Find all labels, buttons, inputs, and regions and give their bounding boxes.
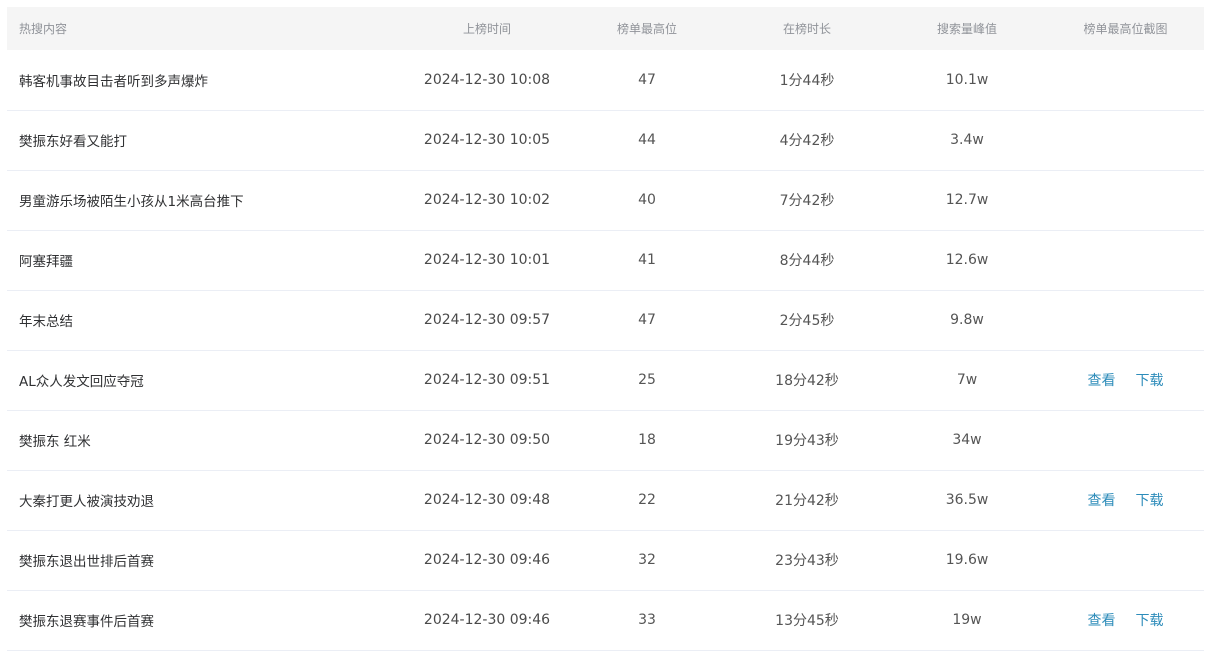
row-screenshot-cell	[1047, 110, 1204, 170]
row-screenshot-cell	[1047, 290, 1204, 350]
row-title[interactable]: 樊振东好看又能打	[7, 110, 407, 170]
table-body: 韩客机事故目击者听到多声爆炸 2024-12-30 10:08 47 1分44秒…	[7, 50, 1204, 650]
hot-search-table: 热搜内容 上榜时间 榜单最高位 在榜时长 搜索量峰值 榜单最高位截图 韩客机事故…	[7, 7, 1204, 651]
hot-search-table-container: 热搜内容 上榜时间 榜单最高位 在榜时长 搜索量峰值 榜单最高位截图 韩客机事故…	[7, 7, 1204, 651]
download-link[interactable]: 下载	[1136, 493, 1164, 509]
row-rank: 40	[638, 192, 656, 208]
table-row: 韩客机事故目击者听到多声爆炸 2024-12-30 10:08 47 1分44秒…	[7, 50, 1204, 110]
row-duration: 4分42秒	[779, 133, 835, 149]
row-title[interactable]: 男童游乐场被陌生小孩从1米高台推下	[7, 170, 407, 230]
table-header: 热搜内容 上榜时间 榜单最高位 在榜时长 搜索量峰值 榜单最高位截图	[7, 7, 1204, 50]
row-time: 2024-12-30 09:57	[423, 312, 551, 328]
row-time: 2024-12-30 10:05	[423, 132, 551, 148]
row-time: 2024-12-30 10:02	[423, 192, 551, 208]
table-row: 大秦打更人被演技劝退 2024-12-30 09:48 22 21分42秒 36…	[7, 470, 1204, 530]
row-screenshot-cell	[1047, 50, 1204, 110]
row-rank: 33	[638, 612, 656, 628]
row-title[interactable]: 阿塞拜疆	[7, 230, 407, 290]
row-peak: 34w	[952, 432, 982, 448]
header-duration[interactable]: 在榜时长	[727, 7, 887, 50]
table-row: 男童游乐场被陌生小孩从1米高台推下 2024-12-30 10:02 40 7分…	[7, 170, 1204, 230]
row-title[interactable]: AL众人发文回应夺冠	[7, 350, 407, 410]
row-rank: 47	[638, 312, 656, 328]
row-rank: 22	[638, 492, 656, 508]
header-highest-rank[interactable]: 榜单最高位	[567, 7, 727, 50]
row-time: 2024-12-30 10:08	[423, 71, 551, 88]
table-row: AL众人发文回应夺冠 2024-12-30 09:51 25 18分42秒 7w…	[7, 350, 1204, 410]
row-peak: 3.4w	[950, 132, 984, 148]
view-link[interactable]: 查看	[1088, 493, 1116, 509]
table-row: 年末总结 2024-12-30 09:57 47 2分45秒 9.8w	[7, 290, 1204, 350]
row-peak: 36.5w	[945, 492, 989, 508]
table-row: 阿塞拜疆 2024-12-30 10:01 41 8分44秒 12.6w	[7, 230, 1204, 290]
view-link[interactable]: 查看	[1088, 613, 1116, 629]
row-duration: 18分42秒	[775, 373, 839, 389]
table-row: 樊振东退出世排后首赛 2024-12-30 09:46 32 23分43秒 19…	[7, 530, 1204, 590]
row-time: 2024-12-30 10:01	[423, 252, 551, 268]
row-time: 2024-12-30 09:46	[423, 552, 551, 568]
row-screenshot-cell: 查看 下载	[1047, 470, 1204, 530]
row-screenshot-cell	[1047, 230, 1204, 290]
row-screenshot-cell: 查看 下载	[1047, 590, 1204, 650]
row-duration: 8分44秒	[779, 253, 835, 269]
row-title[interactable]: 樊振东退出世排后首赛	[7, 530, 407, 590]
row-duration: 21分42秒	[775, 493, 839, 509]
row-title[interactable]: 韩客机事故目击者听到多声爆炸	[7, 50, 407, 110]
row-time: 2024-12-30 09:48	[423, 492, 551, 508]
row-rank: 41	[638, 252, 656, 268]
row-rank: 47	[638, 71, 656, 88]
row-duration: 23分43秒	[775, 553, 839, 569]
row-peak: 19w	[952, 612, 982, 628]
row-title[interactable]: 大秦打更人被演技劝退	[7, 470, 407, 530]
row-duration: 7分42秒	[779, 193, 835, 209]
view-link[interactable]: 查看	[1088, 373, 1116, 389]
row-peak: 12.7w	[945, 192, 989, 208]
row-duration: 19分43秒	[775, 433, 839, 449]
download-link[interactable]: 下载	[1136, 373, 1164, 389]
row-rank: 25	[638, 372, 656, 388]
row-title[interactable]: 樊振东退赛事件后首赛	[7, 590, 407, 650]
row-duration: 2分45秒	[779, 313, 835, 329]
table-row: 樊振东退赛事件后首赛 2024-12-30 09:46 33 13分45秒 19…	[7, 590, 1204, 650]
row-time: 2024-12-30 09:50	[423, 432, 551, 448]
row-peak: 19.6w	[945, 552, 989, 568]
table-row: 樊振东 红米 2024-12-30 09:50 18 19分43秒 34w	[7, 410, 1204, 470]
row-screenshot-cell: 查看 下载	[1047, 350, 1204, 410]
row-peak: 12.6w	[945, 252, 989, 268]
header-row: 热搜内容 上榜时间 榜单最高位 在榜时长 搜索量峰值 榜单最高位截图	[7, 7, 1204, 50]
header-list-time[interactable]: 上榜时间	[407, 7, 567, 50]
row-rank: 44	[638, 132, 656, 148]
header-content[interactable]: 热搜内容	[7, 7, 407, 50]
header-search-peak[interactable]: 搜索量峰值	[887, 7, 1047, 50]
row-duration: 1分44秒	[779, 72, 835, 89]
row-time: 2024-12-30 09:46	[423, 612, 551, 628]
row-screenshot-cell	[1047, 530, 1204, 590]
header-screenshot: 榜单最高位截图	[1083, 22, 1168, 36]
row-screenshot-cell	[1047, 170, 1204, 230]
row-title[interactable]: 年末总结	[7, 290, 407, 350]
download-link[interactable]: 下载	[1136, 613, 1164, 629]
row-rank: 32	[638, 552, 656, 568]
row-peak: 10.1w	[945, 71, 989, 88]
row-duration: 13分45秒	[775, 613, 839, 629]
row-rank: 18	[638, 432, 656, 448]
row-time: 2024-12-30 09:51	[423, 372, 551, 388]
table-row: 樊振东好看又能打 2024-12-30 10:05 44 4分42秒 3.4w	[7, 110, 1204, 170]
row-screenshot-cell	[1047, 410, 1204, 470]
row-peak: 7w	[956, 372, 978, 388]
row-peak: 9.8w	[950, 312, 984, 328]
row-title[interactable]: 樊振东 红米	[7, 410, 407, 470]
